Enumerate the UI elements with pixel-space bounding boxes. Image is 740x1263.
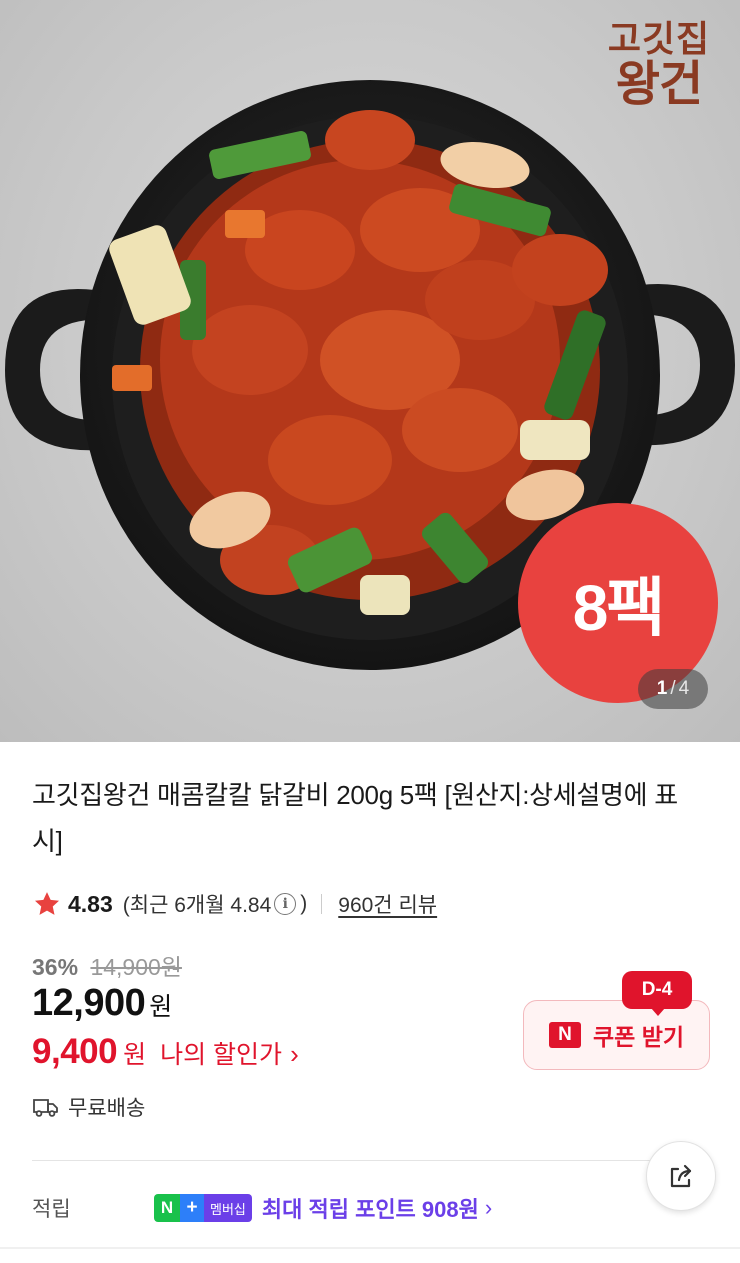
my-discount-price-link[interactable]: 9,400 원 나의 할인가 › xyxy=(32,1032,299,1072)
recent-rating-text: (최근 6개월 4.84 xyxy=(122,894,272,917)
rating-score: 4.83 xyxy=(68,890,113,917)
star-icon xyxy=(35,892,59,915)
my-price-label: 나의 할인가 xyxy=(160,1041,283,1069)
divider xyxy=(321,894,323,914)
coupon-dday-badge: D-4 xyxy=(622,971,692,1016)
brand-logo: 고깃집 왕건 xyxy=(594,22,724,112)
original-price: 14,900원 xyxy=(90,954,182,980)
chevron-right-icon: › xyxy=(484,1195,493,1220)
recent-rating: (최근 6개월 4.84 i ) xyxy=(123,889,308,919)
my-price-currency: 원 xyxy=(123,1041,147,1069)
section-divider xyxy=(32,1160,708,1161)
discount-row: 36% 14,900원 xyxy=(32,948,182,982)
membership-n: N xyxy=(154,1194,180,1222)
points-label: 적립 xyxy=(32,1198,71,1221)
chevron-right-icon: › xyxy=(290,1039,299,1069)
points-row[interactable]: 적립 N + 멤버십 최대 적립 포인트 908원 › xyxy=(32,1186,492,1230)
my-discount-price: 9,400 xyxy=(32,1032,118,1071)
bottom-divider xyxy=(0,1247,740,1249)
coupon-label: 쿠폰 받기 xyxy=(592,1024,685,1050)
discount-rate: 36% xyxy=(32,954,79,980)
naver-plus-membership-badge: N + 멤버십 xyxy=(154,1194,252,1222)
share-icon xyxy=(670,1164,692,1188)
membership-text: 멤버십 xyxy=(204,1194,252,1222)
brand-logo-line2: 왕건 xyxy=(615,56,703,112)
product-title: 고깃집왕건 매콤칼칼 닭갈비 200g 5팩 [원산지:상세설명에 표시] xyxy=(32,780,678,856)
sale-price: 12,900 xyxy=(32,982,146,1024)
review-count-link[interactable]: 960건 리뷰 xyxy=(338,889,437,919)
pager-current: 1 xyxy=(656,678,668,699)
info-icon[interactable]: i xyxy=(274,893,297,915)
membership-plus-icon: + xyxy=(180,1194,204,1222)
pager-total: 4 xyxy=(678,678,690,699)
naver-n-icon: N xyxy=(548,1022,581,1048)
share-button[interactable] xyxy=(646,1141,716,1211)
delivery-info: 무료배송 xyxy=(32,1092,145,1122)
brand-logo-line1: 고깃집 xyxy=(607,19,711,60)
pager-separator: / xyxy=(670,678,676,699)
sale-price-currency: 원 xyxy=(149,993,173,1021)
delivery-label: 무료배송 xyxy=(68,1097,146,1120)
coupon-button[interactable]: N 쿠폰 받기 xyxy=(523,1000,710,1070)
product-image-carousel[interactable]: 고깃집 왕건 8팩 1 / 4 xyxy=(0,0,740,742)
image-pager: 1 / 4 xyxy=(638,669,708,709)
truck-icon xyxy=(33,1099,58,1117)
sale-price-row: 12,900 원 xyxy=(32,982,172,1025)
max-points-text: 최대 적립 포인트 908원 xyxy=(261,1197,479,1222)
rating-row: 4.83 (최근 6개월 4.84 i ) 960건 리뷰 xyxy=(32,884,437,924)
recent-rating-close: ) xyxy=(300,892,308,915)
